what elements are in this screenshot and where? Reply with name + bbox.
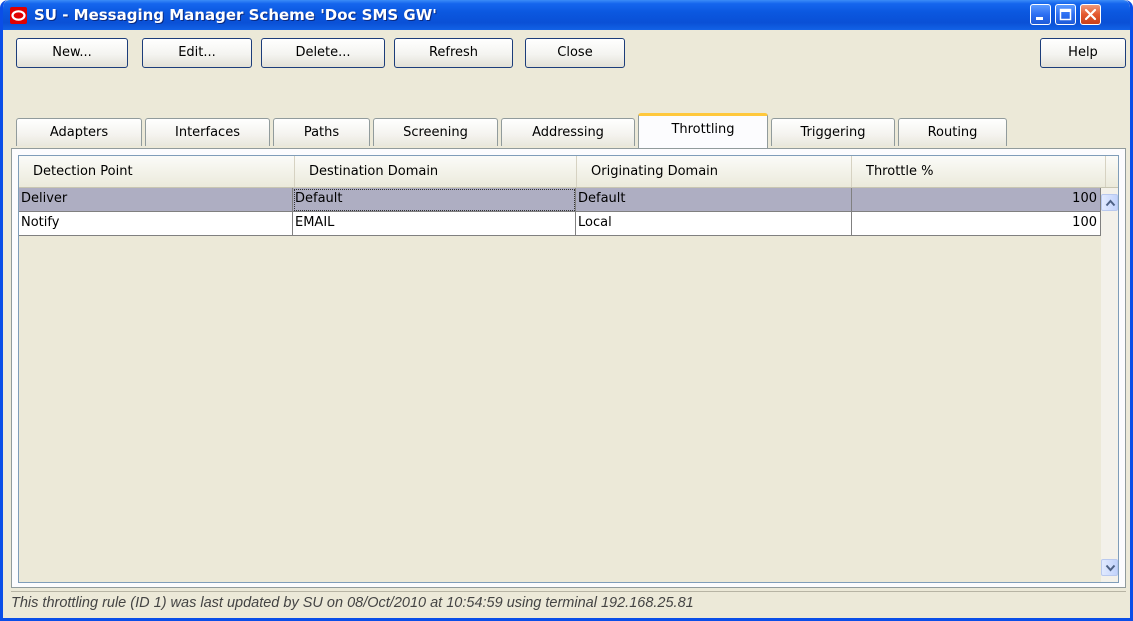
new-button[interactable]: New... bbox=[16, 38, 128, 68]
table-cell[interactable]: 100 bbox=[852, 188, 1101, 212]
column-header-originating-domain[interactable]: Originating Domain bbox=[577, 156, 852, 187]
close-icon bbox=[1084, 8, 1097, 21]
table-row[interactable]: Deliver Default Default 100 bbox=[19, 188, 1101, 212]
table-cell[interactable]: Default bbox=[293, 188, 576, 212]
tab-throttling[interactable]: Throttling bbox=[638, 113, 768, 148]
oracle-logo-icon bbox=[10, 7, 27, 24]
minimize-button[interactable] bbox=[1030, 4, 1051, 25]
help-button[interactable]: Help bbox=[1040, 38, 1126, 68]
table-cell[interactable]: 100 bbox=[852, 212, 1101, 236]
tab-paths[interactable]: Paths bbox=[273, 118, 370, 146]
tab-triggering[interactable]: Triggering bbox=[771, 118, 895, 146]
tab-interfaces[interactable]: Interfaces bbox=[145, 118, 270, 146]
column-header-destination-domain[interactable]: Destination Domain bbox=[295, 156, 577, 187]
table-row[interactable]: Notify EMAIL Local 100 bbox=[19, 212, 1101, 236]
tab-routing[interactable]: Routing bbox=[898, 118, 1007, 146]
column-header-throttle-percent[interactable]: Throttle % bbox=[852, 156, 1106, 187]
table-cell[interactable]: Local bbox=[576, 212, 852, 236]
close-window-button[interactable] bbox=[1080, 4, 1101, 25]
scroll-down-button[interactable] bbox=[1101, 559, 1118, 576]
tab-addressing[interactable]: Addressing bbox=[501, 118, 635, 146]
window-title: SU - Messaging Manager Scheme 'Doc SMS G… bbox=[34, 6, 437, 24]
delete-button[interactable]: Delete... bbox=[261, 38, 385, 68]
throttling-panel: Detection Point Destination Domain Origi… bbox=[11, 148, 1126, 588]
maximize-button[interactable] bbox=[1055, 4, 1076, 25]
minimize-icon bbox=[1036, 17, 1043, 20]
edit-button[interactable]: Edit... bbox=[142, 38, 252, 68]
scroll-up-button[interactable] bbox=[1101, 194, 1118, 211]
scroll-up-arrow-icon bbox=[1105, 199, 1116, 207]
table-cell[interactable]: Deliver bbox=[19, 188, 293, 212]
maximize-icon bbox=[1059, 8, 1072, 21]
messaging-manager-window: SU - Messaging Manager Scheme 'Doc SMS G… bbox=[0, 0, 1133, 621]
tab-screening[interactable]: Screening bbox=[373, 118, 498, 146]
vertical-scrollbar[interactable] bbox=[1101, 188, 1118, 582]
table-cell[interactable]: Default bbox=[576, 188, 852, 212]
table-header: Detection Point Destination Domain Origi… bbox=[19, 156, 1118, 188]
table-cell[interactable]: EMAIL bbox=[293, 212, 576, 236]
refresh-button[interactable]: Refresh bbox=[394, 38, 513, 68]
status-bar: This throttling rule (ID 1) was last upd… bbox=[11, 591, 1126, 614]
title-bar[interactable]: SU - Messaging Manager Scheme 'Doc SMS G… bbox=[3, 0, 1130, 30]
table-cell[interactable]: Notify bbox=[19, 212, 293, 236]
column-header-detection-point[interactable]: Detection Point bbox=[19, 156, 295, 187]
throttling-table: Detection Point Destination Domain Origi… bbox=[18, 155, 1119, 583]
close-button[interactable]: Close bbox=[525, 38, 625, 68]
tab-adapters[interactable]: Adapters bbox=[16, 118, 142, 146]
scroll-down-arrow-icon bbox=[1105, 564, 1116, 572]
